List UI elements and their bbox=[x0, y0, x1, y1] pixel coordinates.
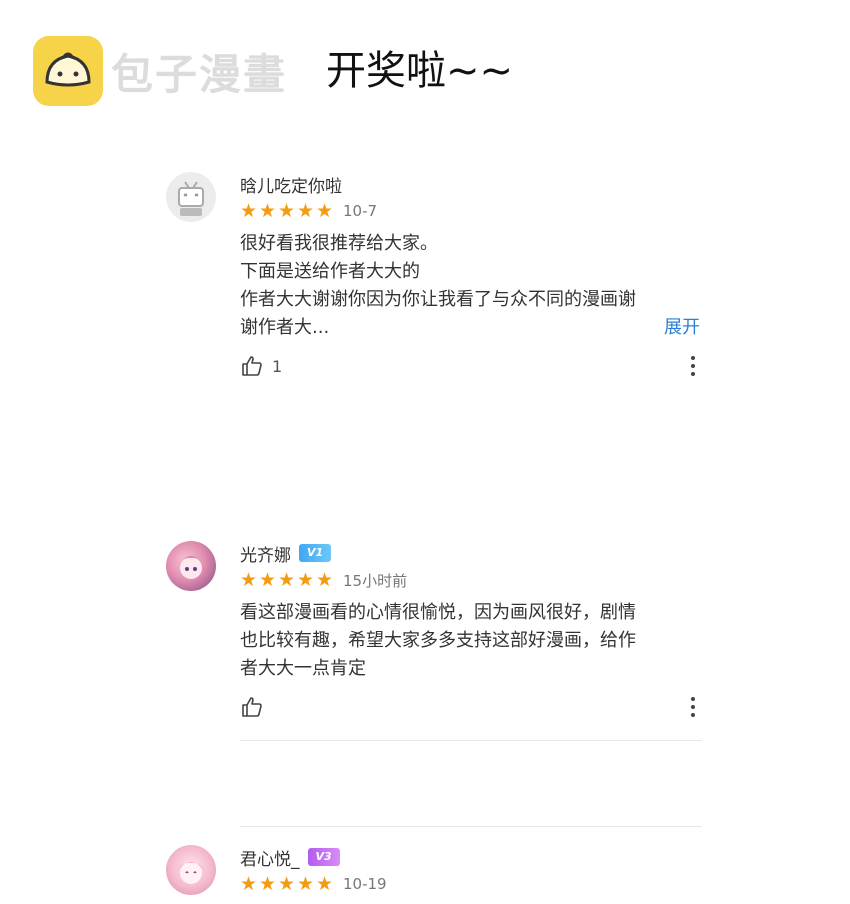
thumbs-up-icon[interactable] bbox=[240, 354, 264, 378]
star-icon: ★ bbox=[240, 200, 258, 222]
page-title: 开奖啦~~ bbox=[326, 48, 514, 94]
username[interactable]: 君心悦_ bbox=[240, 845, 300, 870]
like-count: 1 bbox=[272, 356, 283, 376]
star-icon: ★ bbox=[240, 873, 258, 895]
comment-text: 很好看我很推荐给大家。 下面是送给作者大大的 作者大大谢谢你因为你让我看了与众不… bbox=[240, 230, 706, 342]
comment-line: 谢作者大... bbox=[240, 317, 330, 338]
star-icon: ★ bbox=[297, 873, 315, 895]
star-rating: ★ ★ ★ ★ ★ bbox=[240, 201, 335, 221]
star-icon: ★ bbox=[278, 569, 296, 591]
comment-line: 看这部漫画看的心情很愉悦，因为画风很好，剧情 bbox=[240, 602, 636, 623]
star-icon: ★ bbox=[259, 569, 277, 591]
comment-line: 下面是送给作者大大的 bbox=[240, 261, 420, 282]
watermark-logo: 包子漫畫 bbox=[33, 36, 287, 106]
divider bbox=[240, 826, 702, 827]
divider bbox=[240, 740, 702, 741]
star-rating: ★ ★ ★ ★ ★ bbox=[240, 570, 335, 590]
star-icon: ★ bbox=[316, 873, 334, 895]
star-icon: ★ bbox=[240, 569, 258, 591]
star-icon: ★ bbox=[297, 200, 315, 222]
anime-avatar-icon bbox=[177, 862, 205, 884]
comment-line: 者大大一点肯定 bbox=[240, 658, 366, 679]
comment-text: 看这部漫画看的心情很愉悦，因为画风很好，剧情 也比较有趣，希望大家多多支持这部好… bbox=[240, 599, 706, 683]
username[interactable]: 光齐娜 bbox=[240, 541, 291, 566]
vip-badge: V3 bbox=[307, 848, 340, 866]
tv-placeholder-icon bbox=[178, 181, 204, 216]
comment-date: 10-19 bbox=[343, 875, 387, 893]
star-icon: ★ bbox=[259, 873, 277, 895]
star-icon: ★ bbox=[316, 569, 334, 591]
star-icon: ★ bbox=[259, 200, 277, 222]
star-rating: ★ ★ ★ ★ ★ bbox=[240, 874, 335, 894]
star-icon: ★ bbox=[316, 200, 334, 222]
bun-logo-icon bbox=[33, 36, 103, 106]
star-icon: ★ bbox=[278, 200, 296, 222]
username[interactable]: 晗儿吃定你啦 bbox=[240, 172, 342, 197]
comment-date: 10-7 bbox=[343, 202, 378, 220]
comment-line: 也比较有趣，希望大家多多支持这部好漫画，给作 bbox=[240, 630, 636, 651]
comment-line: 作者大大谢谢你因为你让我看了与众不同的漫画谢 bbox=[240, 289, 636, 310]
more-options-icon[interactable] bbox=[690, 354, 696, 378]
star-icon: ★ bbox=[278, 873, 296, 895]
watermark-text: 包子漫畫 bbox=[111, 49, 288, 99]
vip-badge: V1 bbox=[299, 544, 332, 562]
anime-avatar-icon bbox=[178, 556, 204, 579]
expand-link[interactable]: 展开 bbox=[664, 314, 700, 342]
star-icon: ★ bbox=[297, 569, 315, 591]
comment-date: 15小时前 bbox=[343, 571, 408, 590]
avatar[interactable] bbox=[166, 541, 216, 591]
thumbs-up-icon[interactable] bbox=[240, 695, 264, 719]
avatar[interactable] bbox=[166, 172, 216, 222]
more-options-icon[interactable] bbox=[690, 695, 696, 719]
avatar[interactable] bbox=[166, 845, 216, 895]
comment-line: 很好看我很推荐给大家。 bbox=[240, 233, 438, 254]
